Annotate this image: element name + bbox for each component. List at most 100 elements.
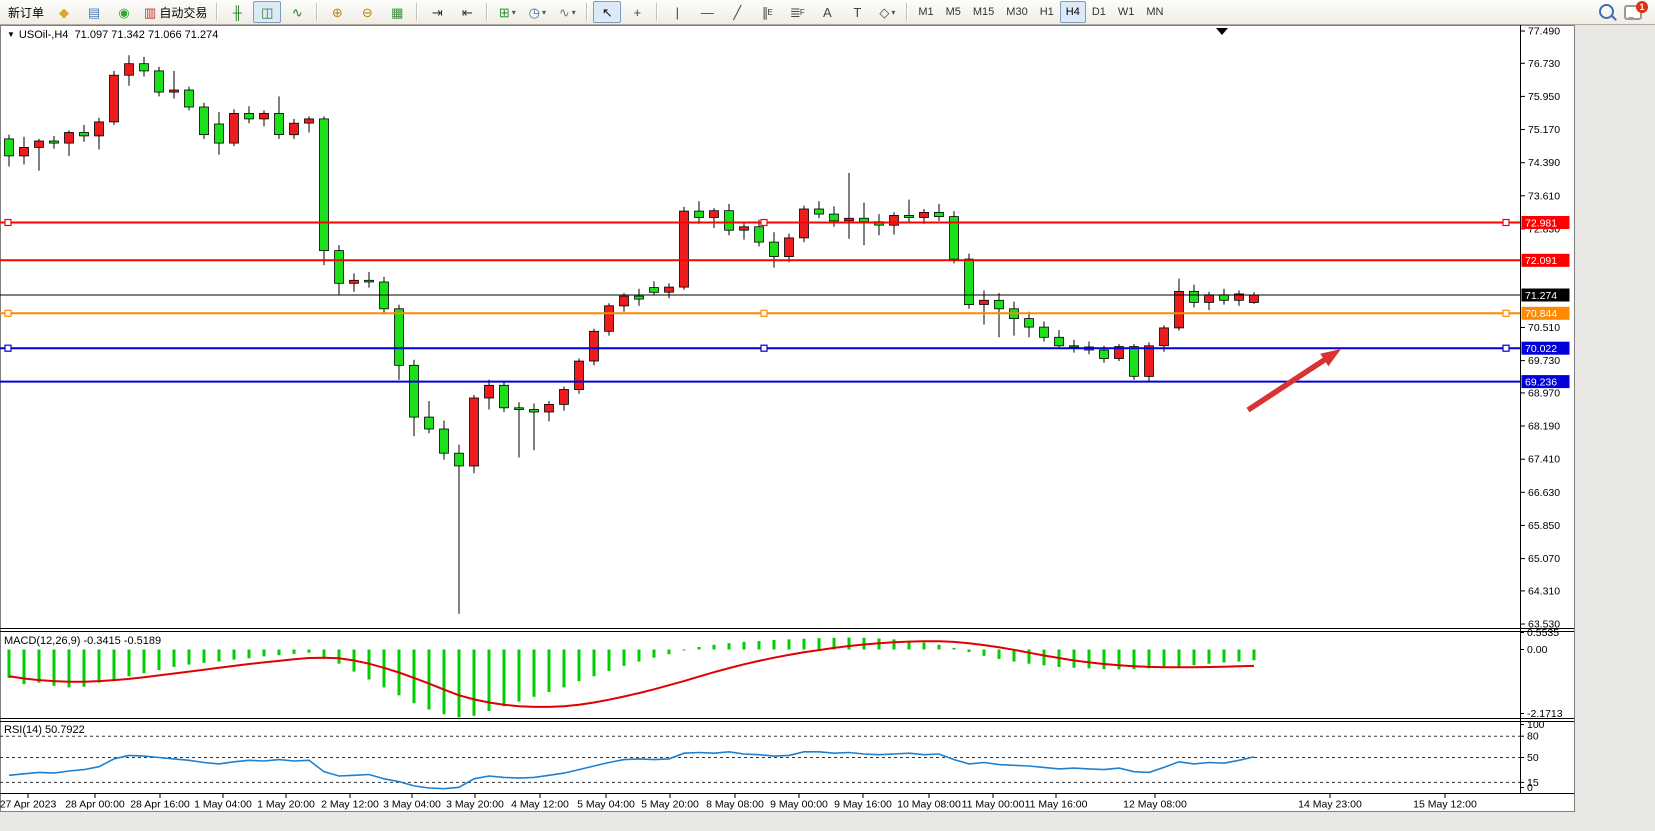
svg-text:68.190: 68.190	[1528, 421, 1560, 433]
new-window-button[interactable]: ⊞▾	[493, 1, 521, 23]
toolbar-separator	[216, 3, 218, 21]
text-button-icon: A	[823, 6, 832, 19]
svg-text:3 May 20:00: 3 May 20:00	[446, 799, 504, 811]
search-icon[interactable]	[1599, 4, 1614, 19]
svg-text:73.610: 73.610	[1528, 190, 1560, 202]
trendline-button-icon: ╱	[733, 6, 741, 19]
zoom-in-button[interactable]: ⊕	[323, 1, 351, 23]
line-handle[interactable]	[5, 310, 11, 316]
period-button-icon: ◷	[529, 6, 540, 19]
svg-text:67.410: 67.410	[1528, 454, 1560, 466]
bar-chart-button[interactable]: ╫	[223, 1, 251, 23]
tf-m1[interactable]: M1	[912, 1, 939, 23]
svg-text:0: 0	[1527, 782, 1533, 794]
autotrade-button-icon: ▥	[144, 6, 156, 19]
svg-text:5 May 20:00: 5 May 20:00	[641, 799, 699, 811]
line-handle[interactable]	[1503, 220, 1509, 226]
svg-text:66.630: 66.630	[1528, 487, 1560, 499]
autotrade-button[interactable]: ▥自动交易	[140, 1, 211, 23]
line-handle[interactable]	[1503, 310, 1509, 316]
svg-text:5 May 04:00: 5 May 04:00	[577, 799, 635, 811]
hline-button-icon: —	[701, 6, 714, 19]
hline-button[interactable]: —	[693, 1, 721, 23]
auto-scroll-button[interactable]: ⇥	[423, 1, 451, 23]
tf-h4[interactable]: H4	[1060, 1, 1086, 23]
svg-text:68.970: 68.970	[1528, 387, 1560, 399]
price-tag-72.091: 72.091	[1522, 254, 1570, 267]
svg-text:64.310: 64.310	[1528, 585, 1560, 597]
candle-chart-button[interactable]: ◫	[253, 1, 281, 23]
period-button[interactable]: ◷▾	[523, 1, 551, 23]
line-handle[interactable]	[5, 345, 11, 351]
dropdown-caret-icon: ▾	[512, 8, 516, 17]
svg-text:75.950: 75.950	[1528, 91, 1560, 103]
zoom-out-button[interactable]: ⊖	[353, 1, 381, 23]
chart-title: ▼USOil-,H4 71.097 71.342 71.066 71.274	[7, 29, 218, 41]
text-label-button[interactable]: T	[843, 1, 871, 23]
tf-m30[interactable]: M30	[1000, 1, 1033, 23]
price-tag-71.274: 71.274	[1522, 289, 1570, 302]
line-chart-button[interactable]: ∿	[283, 1, 311, 23]
svg-text:71.274: 71.274	[1525, 290, 1557, 302]
auto-scroll-button-icon: ⇥	[432, 6, 443, 19]
svg-text:2 May 12:00: 2 May 12:00	[321, 799, 379, 811]
notification-badge: 1	[1636, 1, 1648, 13]
tile-windows-button[interactable]: ▦	[383, 1, 411, 23]
svg-text:28 Apr 16:00: 28 Apr 16:00	[130, 799, 190, 811]
line-handle[interactable]	[761, 220, 767, 226]
svg-text:69.730: 69.730	[1528, 355, 1560, 367]
chat-icon[interactable]: 1	[1624, 5, 1642, 20]
svg-text:12 May 08:00: 12 May 08:00	[1123, 799, 1187, 811]
svg-text:9 May 16:00: 9 May 16:00	[834, 799, 892, 811]
trendline-button[interactable]: ╱	[723, 1, 751, 23]
text-button[interactable]: A	[813, 1, 841, 23]
fibonacci-button[interactable]: ≣F	[783, 1, 811, 23]
line-handle[interactable]	[761, 310, 767, 316]
svg-text:11 May 16:00: 11 May 16:00	[1025, 799, 1088, 811]
text-label-button-icon: T	[853, 6, 861, 19]
toolbar-separator	[656, 3, 658, 21]
svg-text:80: 80	[1527, 731, 1539, 743]
vline-button[interactable]: |	[663, 1, 691, 23]
shapes-button-icon: ◇	[879, 6, 889, 19]
market-watch-icon[interactable]: ▤	[80, 1, 108, 23]
tile-windows-button-icon: ▦	[391, 6, 403, 19]
tf-w1[interactable]: W1	[1112, 1, 1141, 23]
cursor-button[interactable]: ↖	[593, 1, 621, 23]
chart-canvas[interactable]: 77.49076.73075.95075.17074.39073.61072.8…	[0, 25, 1655, 831]
tf-m5[interactable]: M5	[940, 1, 967, 23]
svg-text:0.5535: 0.5535	[1527, 627, 1559, 639]
tf-m15[interactable]: M15	[967, 1, 1000, 23]
svg-text:76.730: 76.730	[1528, 58, 1560, 70]
tf-h1[interactable]: H1	[1034, 1, 1060, 23]
price-tag-72.981: 72.981	[1522, 216, 1570, 229]
svg-text:4 May 12:00: 4 May 12:00	[511, 799, 569, 811]
svg-text:70.844: 70.844	[1525, 308, 1557, 320]
chart-menu-triangle-icon[interactable]: ▼	[7, 30, 15, 39]
indicators-button[interactable]: ∿▾	[553, 1, 581, 23]
tf-mn[interactable]: MN	[1140, 1, 1169, 23]
channel-button[interactable]: ∥E	[753, 1, 781, 23]
toolbar-separator	[586, 3, 588, 21]
svg-text:1 May 04:00: 1 May 04:00	[194, 799, 252, 811]
crosshair-button[interactable]: +	[623, 1, 651, 23]
shapes-button[interactable]: ◇▾	[873, 1, 901, 23]
line-handle[interactable]	[5, 220, 11, 226]
toolbar-separator	[486, 3, 488, 21]
line-handle[interactable]	[761, 345, 767, 351]
market-watch-icon-icon: ▤	[88, 6, 100, 19]
new-order-button[interactable]: 新订单	[4, 1, 48, 23]
bar-chart-button-icon: ╫	[233, 6, 242, 19]
svg-text:0.00: 0.00	[1527, 644, 1548, 656]
dropdown-caret-icon: ▾	[542, 8, 546, 17]
dropdown-caret-icon: ▾	[891, 8, 895, 17]
zoom-in-button-icon: ⊕	[332, 6, 343, 19]
chart-shift-button[interactable]: ⇤	[453, 1, 481, 23]
line-handle[interactable]	[1503, 345, 1509, 351]
new-chart-icon[interactable]: ◆	[50, 1, 78, 23]
svg-text:14 May 23:00: 14 May 23:00	[1298, 799, 1362, 811]
svg-text:27 Apr 2023: 27 Apr 2023	[0, 799, 56, 811]
vline-button-icon: |	[676, 6, 679, 19]
signals-icon[interactable]: ◉	[110, 1, 138, 23]
tf-d1[interactable]: D1	[1086, 1, 1112, 23]
